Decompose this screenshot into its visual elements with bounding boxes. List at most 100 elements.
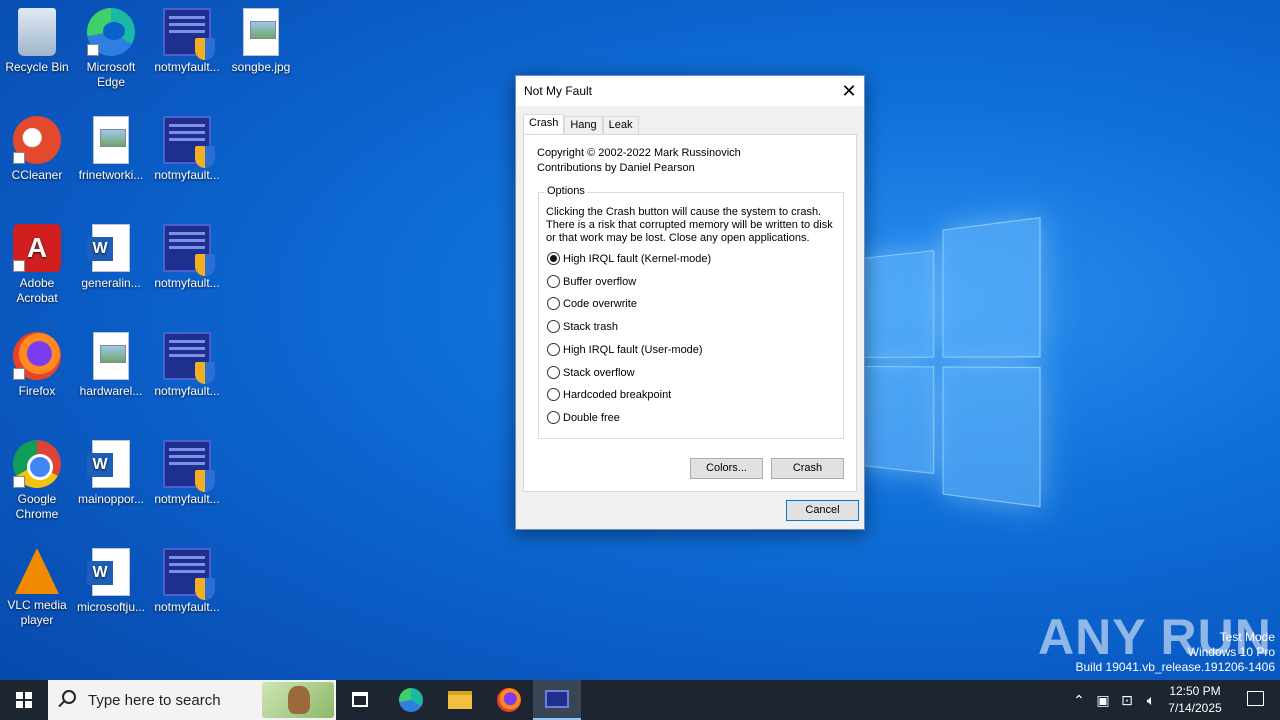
notmyfault-icon — [545, 690, 569, 708]
crash-button[interactable]: Crash — [771, 458, 844, 479]
options-groupbox: Options Clicking the Crash button will c… — [538, 185, 844, 439]
vlc-icon — [15, 548, 59, 594]
options-legend: Options — [545, 185, 587, 197]
option-label: Buffer overflow — [563, 276, 637, 288]
taskbar-firefox[interactable] — [484, 680, 532, 720]
desktop-icon-notmyfault[interactable]: notmyfault... — [150, 8, 224, 75]
radio-button-selected[interactable] — [547, 252, 560, 265]
notmyfault-icon — [163, 440, 215, 492]
tab-hang[interactable]: Hang — [564, 116, 603, 135]
radio-button[interactable] — [547, 297, 560, 310]
folder-icon — [448, 691, 472, 709]
search-icon — [62, 690, 76, 704]
meet-now-icon[interactable]: ▣ — [1092, 680, 1114, 720]
option-label: Stack overflow — [563, 367, 635, 379]
wallpaper-windows-logo — [862, 217, 1041, 508]
option-label: Hardcoded breakpoint — [563, 389, 672, 401]
desktop-icon-label: CCleaner — [11, 168, 63, 182]
desktop-icon-label: Google Chrome — [15, 492, 59, 521]
desktop-icon-songbe[interactable]: songbe.jpg — [224, 8, 298, 75]
option-label: Double free — [563, 412, 620, 424]
taskbar-file-explorer[interactable] — [435, 680, 483, 720]
watermark-line: Build 19041.vb_release.191206-1406 — [1075, 660, 1276, 674]
option-label: Code overwrite — [563, 298, 637, 310]
desktop-icon-chrome[interactable]: Google Chrome — [0, 440, 74, 522]
desktop-icon-notmyfault[interactable]: notmyfault... — [150, 224, 224, 291]
edge-icon — [399, 688, 423, 712]
desktop-icon-frinetworki[interactable]: frinetworki... — [74, 116, 148, 183]
desktop-icon-label: frinetworki... — [78, 168, 144, 182]
tab-crash[interactable]: Crash — [523, 114, 565, 135]
option-hardcoded-breakpoint[interactable]: Hardcoded breakpoint — [547, 388, 671, 404]
option-label: High IRQL fault (Kernel-mode) — [563, 253, 712, 265]
tab-strip: Crash Hang Leak — [523, 114, 639, 135]
desktop-icon-label: Recycle Bin — [5, 60, 69, 74]
desktop-icon-generalin[interactable]: generalin... — [74, 224, 148, 291]
close-icon[interactable]: ✕ — [834, 76, 864, 106]
task-view-button[interactable] — [336, 680, 384, 720]
option-stack-trash[interactable]: Stack trash — [547, 320, 618, 336]
word-doc-icon — [87, 548, 130, 596]
watermark-line: Test Mode — [1219, 630, 1275, 644]
desktop-icon-vlc[interactable]: VLC media player — [0, 548, 74, 628]
firefox-icon — [13, 332, 61, 380]
desktop-icon-mainoppor[interactable]: mainoppor... — [74, 440, 148, 507]
action-center-button[interactable] — [1232, 680, 1280, 720]
desktop-icon-label: hardwarel... — [79, 384, 143, 398]
desktop-icon-label: Microsoft Edge — [86, 60, 136, 89]
desktop-icon-acrobat[interactable]: Adobe Acrobat — [0, 224, 74, 306]
word-doc-icon — [87, 224, 130, 272]
option-high-irql-user[interactable]: High IRQL fault (User-mode) — [547, 343, 703, 359]
desktop-icon-ccleaner[interactable]: CCleaner — [0, 116, 74, 183]
cancel-button[interactable]: Cancel — [786, 500, 859, 521]
desktop-icon-label: mainoppor... — [77, 492, 145, 506]
notmyfault-icon — [163, 548, 215, 600]
volume-icon[interactable]: 🔈︎ — [1140, 680, 1162, 720]
desktop-icon-microsoftju[interactable]: microsoftju... — [74, 548, 148, 615]
image-file-icon — [243, 8, 279, 56]
crash-warning-text: Clicking the Crash button will cause the… — [546, 206, 833, 244]
network-icon[interactable]: ⊡ — [1116, 680, 1138, 720]
taskbar-clock[interactable]: 12:50 PM 7/14/2025 — [1160, 683, 1230, 717]
desktop-icon-notmyfault[interactable]: notmyfault... — [150, 332, 224, 399]
desktop-icon-firefox[interactable]: Firefox — [0, 332, 74, 399]
not-my-fault-dialog: Not My Fault ✕ Crash Hang Leak Copyright… — [515, 75, 865, 530]
desktop-icon-notmyfault[interactable]: notmyfault... — [150, 440, 224, 507]
radio-button[interactable] — [547, 320, 560, 333]
start-button[interactable] — [0, 680, 48, 720]
radio-button[interactable] — [547, 411, 560, 424]
option-buffer-overflow[interactable]: Buffer overflow — [547, 275, 636, 291]
option-label: High IRQL fault (User-mode) — [563, 344, 703, 356]
desktop-icon-recycle-bin[interactable]: Recycle Bin — [0, 8, 74, 75]
tab-leak[interactable]: Leak — [602, 116, 639, 135]
chevron-up-icon[interactable]: ⌃ — [1068, 680, 1090, 720]
radio-button[interactable] — [547, 275, 560, 288]
firefox-icon — [497, 688, 521, 712]
option-stack-overflow[interactable]: Stack overflow — [547, 366, 635, 382]
option-high-irql-kernel[interactable]: High IRQL fault (Kernel-mode) — [547, 252, 711, 268]
option-code-overwrite[interactable]: Code overwrite — [547, 297, 637, 313]
dialog-title: Not My Fault — [524, 84, 593, 98]
taskbar-search-box[interactable]: Type here to search — [48, 680, 336, 720]
desktop-icon-label: notmyfault... — [154, 384, 220, 398]
radio-button[interactable] — [547, 343, 560, 356]
dialog-titlebar[interactable]: Not My Fault ✕ — [516, 76, 864, 106]
colors-button[interactable]: Colors... — [690, 458, 763, 479]
watermark-line: Windows 10 Pro — [1187, 645, 1275, 659]
desktop-icon-label: notmyfault... — [154, 276, 220, 290]
desktop-icon-label: songbe.jpg — [231, 60, 291, 74]
desktop-icon-edge[interactable]: Microsoft Edge — [74, 8, 148, 90]
ccleaner-icon — [13, 116, 61, 164]
taskbar-edge[interactable] — [386, 680, 434, 720]
desktop-icon-label: notmyfault... — [154, 168, 220, 182]
option-double-free[interactable]: Double free — [547, 411, 620, 427]
desktop-icon-label: notmyfault... — [154, 600, 220, 614]
desktop-icon-label: Firefox — [18, 384, 56, 398]
desktop-icon-label: VLC media player — [7, 598, 67, 627]
radio-button[interactable] — [547, 366, 560, 379]
desktop-icon-notmyfault[interactable]: notmyfault... — [150, 548, 224, 615]
taskbar-notmyfault[interactable] — [533, 680, 581, 720]
radio-button[interactable] — [547, 388, 560, 401]
desktop-icon-hardwarel[interactable]: hardwarel... — [74, 332, 148, 399]
desktop-icon-notmyfault[interactable]: notmyfault... — [150, 116, 224, 183]
